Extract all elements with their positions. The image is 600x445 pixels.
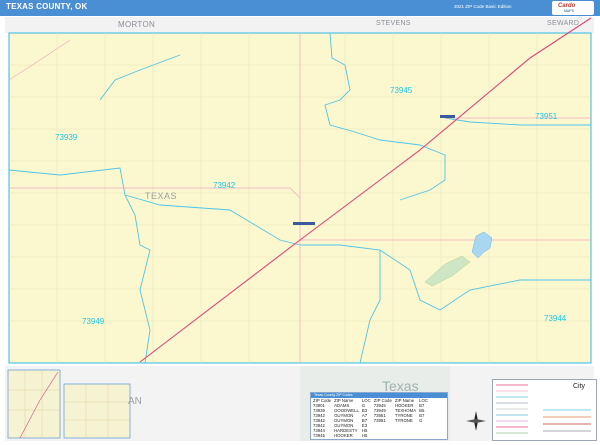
zip-label-73951[interactable]: 73951: [535, 112, 557, 121]
neighbor-county-stevens: STEVENS: [376, 20, 411, 27]
neighbor-strip: [5, 17, 594, 33]
zip-label-73942[interactable]: 73942: [213, 181, 235, 190]
cell: 73945: [313, 433, 325, 438]
county-map[interactable]: [0, 0, 600, 441]
cell: [395, 433, 419, 438]
map-legend: City: [492, 379, 597, 441]
inset-map-2[interactable]: [63, 383, 131, 439]
zip-label-73944[interactable]: 73944: [544, 314, 566, 323]
zip-label-73949[interactable]: 73949: [82, 317, 104, 326]
zip-label-73939[interactable]: 73939: [55, 133, 77, 142]
hooker-marker[interactable]: [440, 115, 455, 118]
cell: [374, 433, 395, 438]
zip-label-73945[interactable]: 73945: [390, 86, 412, 95]
table-row: 73945 HOOKER H5: [313, 433, 431, 438]
north-arrow-icon: [466, 411, 486, 431]
cell: [419, 433, 431, 438]
cell: H5: [361, 433, 368, 438]
cell: HOOKER: [334, 433, 353, 438]
guymon-marker[interactable]: [293, 222, 315, 225]
zip-table: ZIP Code ZIP Name LOC ZIP Code ZIP Name …: [313, 398, 431, 438]
inset-map-1[interactable]: [7, 369, 61, 439]
zip-code-table: Texas County ZIP Codes ZIP Code ZIP Name…: [310, 392, 448, 440]
county-label: TEXAS: [145, 191, 178, 201]
legend-city-label: City: [573, 383, 586, 390]
neighbor-county-seward: SEWARD: [547, 20, 580, 27]
neighbor-county-morton: MORTON: [118, 20, 156, 29]
inset-county-label: AN: [128, 396, 142, 407]
